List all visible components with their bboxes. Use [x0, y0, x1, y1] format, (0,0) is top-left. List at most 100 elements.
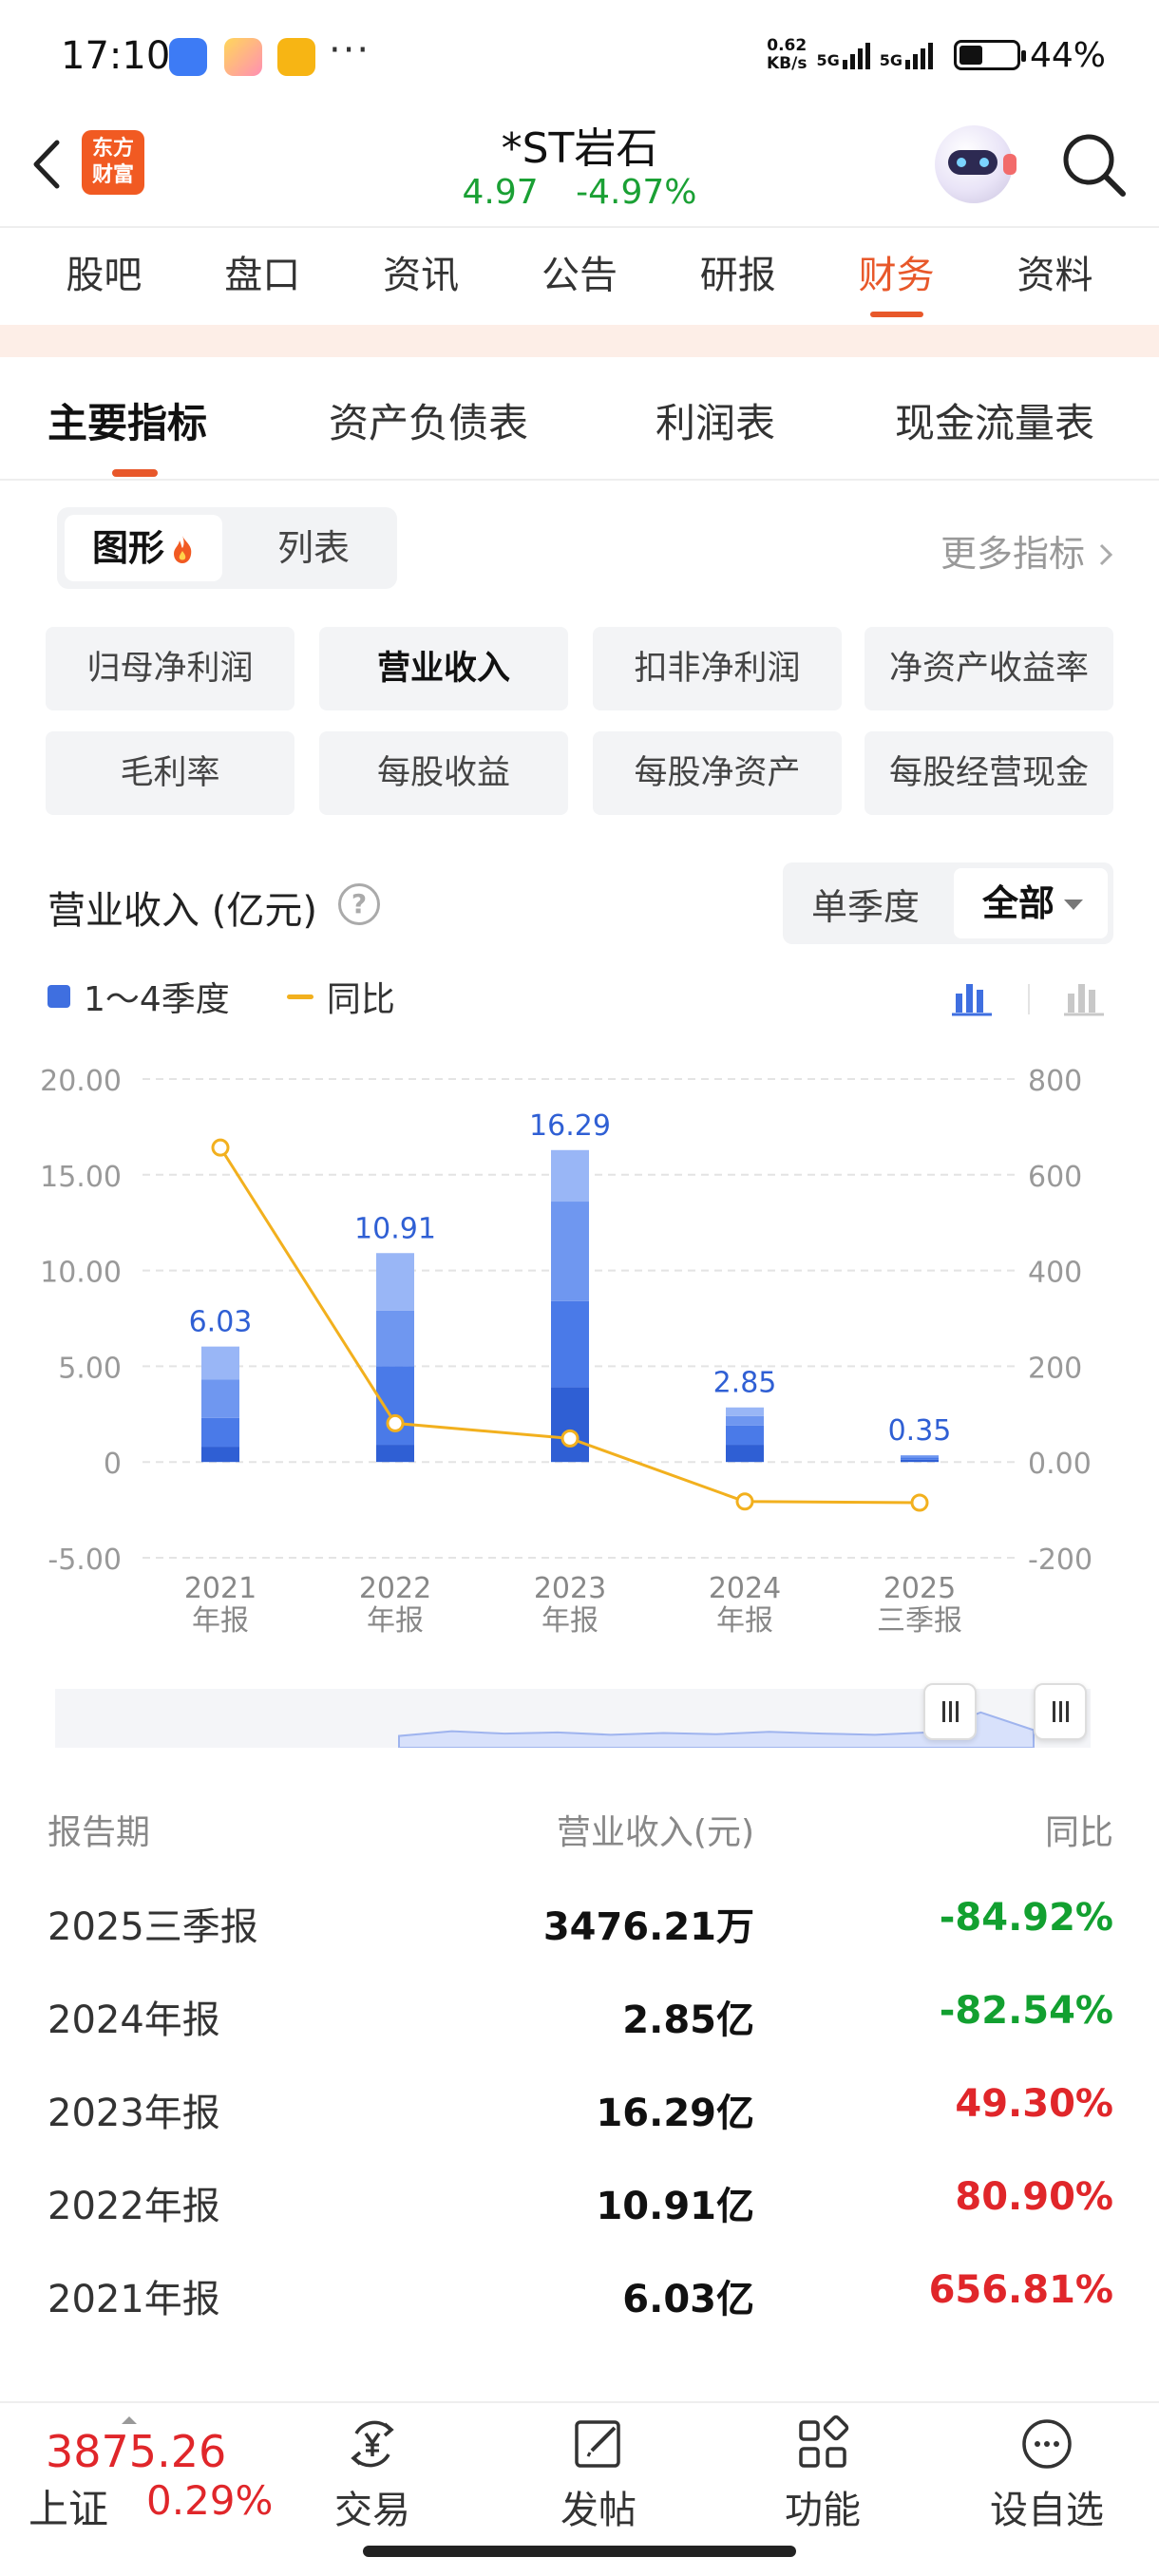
signal-label-2: 5G — [879, 51, 902, 69]
yoy-point — [386, 1413, 405, 1432]
tab-finance[interactable]: 财务 — [859, 228, 935, 325]
nav-trade-label: 交易 — [334, 2489, 410, 2532]
bar-segment — [551, 1387, 589, 1463]
chip-net-profit-deducted[interactable]: 扣非净利润 — [593, 627, 842, 710]
chip-ocfps[interactable]: 每股经营现金 — [864, 731, 1113, 815]
y-right-tick: 200 — [1028, 1352, 1082, 1385]
chip-revenue[interactable]: 营业收入 — [319, 627, 568, 710]
revenue-chart[interactable]: 20.00 15.00 10.00 5.00 0 -5.00 800 600 400 200 0.0… — [0, 1045, 1159, 1653]
yoy-point — [735, 1492, 754, 1511]
expand-caret-icon[interactable] — [122, 2416, 137, 2424]
period-single-quarter[interactable]: 单季度 — [811, 878, 920, 930]
view-graph-button[interactable]: 图形 — [65, 515, 222, 581]
y-right-tick: -200 — [1028, 1544, 1092, 1577]
chip-net-profit-parent[interactable]: 归母净利润 — [46, 627, 294, 710]
row-period: 2023年报 — [48, 2092, 220, 2135]
table-row[interactable]: 2021年报 6.03亿 656.81% — [0, 2268, 1159, 2361]
subtab-cash-flow[interactable]: 现金流量表 — [895, 391, 1094, 449]
index-change[interactable]: 0.29% — [146, 2477, 273, 2524]
x-tick-label: 年报 — [367, 1604, 424, 1638]
chart-range-slider[interactable] — [55, 1683, 1091, 1748]
row-period: 2021年报 — [48, 2278, 220, 2321]
period-all-dropdown[interactable]: 全部 — [954, 868, 1108, 938]
x-tick-year: 2025 — [884, 1572, 956, 1605]
bar-segment — [376, 1366, 414, 1446]
subtab-income-statement[interactable]: 利润表 — [656, 391, 775, 449]
grid-apps-icon — [799, 2415, 849, 2468]
y-right-tick: 400 — [1028, 1257, 1082, 1290]
x-tick-label: 三季报 — [877, 1604, 962, 1638]
row-period: 2025三季报 — [48, 1905, 258, 1949]
col-revenue: 营业收入(元) — [556, 1813, 754, 1852]
bottom-bar: 3875.26 上证 0.29% 交易 发帖 功能 设自选 — [0, 2401, 1159, 2534]
signal-icon-2: 5G — [880, 41, 933, 69]
tab-profile[interactable]: 资料 — [1016, 228, 1092, 325]
more-metrics-label: 更多指标 — [940, 533, 1085, 575]
stock-price: 4.97 — [462, 173, 539, 212]
row-period: 2024年报 — [48, 1998, 220, 2042]
chip-bvps[interactable]: 每股净资产 — [593, 731, 842, 815]
legend-line-swatch — [286, 994, 314, 999]
row-yoy: -82.54% — [939, 1989, 1113, 2033]
net-speed: 0.62 KB/s — [767, 37, 807, 73]
range-handle-right[interactable] — [1034, 1683, 1087, 1740]
row-revenue: 6.03亿 — [622, 2278, 754, 2321]
nav-trade[interactable]: 交易 — [306, 2415, 439, 2534]
legend-line-label: 同比 — [326, 980, 395, 1019]
tab-guba[interactable]: 股吧 — [66, 228, 142, 325]
chart-legend: 1～4季度 同比 — [48, 973, 395, 1020]
nav-functions[interactable]: 功能 — [756, 2415, 889, 2534]
signal-label: 5G — [816, 51, 840, 69]
chip-gross-margin[interactable]: 毛利率 — [46, 731, 294, 815]
table-row[interactable]: 2022年报 10.91亿 80.90% — [0, 2175, 1159, 2268]
view-list-button[interactable]: 列表 — [238, 515, 390, 581]
bar-value-label: 0.35 — [888, 1414, 952, 1448]
subtab-key-indicators[interactable]: 主要指标 — [48, 391, 207, 449]
bar-segment — [201, 1447, 239, 1463]
view-graph-label: 图形 — [91, 527, 164, 569]
subtab-balance-sheet[interactable]: 资产负债表 — [329, 391, 528, 449]
search-icon[interactable] — [1056, 127, 1132, 203]
legend-bar-label: 1～4季度 — [84, 980, 230, 1019]
status-time: 17:10 — [61, 34, 171, 78]
table-header: 报告期 营业收入(元) 同比 — [0, 1805, 1159, 1871]
help-icon[interactable]: ? — [338, 883, 380, 925]
tab-research[interactable]: 研报 — [700, 228, 776, 325]
index-name[interactable]: 上证 — [28, 2477, 108, 2535]
y-left-tick: 15.00 — [40, 1161, 122, 1194]
more-metrics-link[interactable]: 更多指标 — [940, 524, 1113, 577]
row-yoy: 656.81% — [928, 2268, 1113, 2312]
view-toggle: 图形 列表 — [57, 507, 397, 589]
chip-roe[interactable]: 净资产收益率 — [864, 627, 1113, 710]
bar-chart-icon[interactable] — [1062, 978, 1108, 1018]
yoy-point — [910, 1493, 929, 1512]
nav-post[interactable]: 发帖 — [532, 2415, 665, 2534]
stacked-bar-chart-icon[interactable] — [950, 978, 996, 1018]
battery-icon — [953, 40, 1026, 70]
chip-eps[interactable]: 每股收益 — [319, 731, 568, 815]
table-row[interactable]: 2024年报 2.85亿 -82.54% — [0, 1989, 1159, 2082]
bar-segment — [551, 1202, 589, 1301]
tab-announcements[interactable]: 公告 — [542, 228, 618, 325]
table-row[interactable]: 2025三季报 3476.21万 -84.92% — [0, 1896, 1159, 1989]
tab-news[interactable]: 资讯 — [383, 228, 459, 325]
nav-add-watchlist[interactable]: 设自选 — [980, 2415, 1113, 2534]
bar-segment — [551, 1149, 589, 1203]
tab-pankou[interactable]: 盘口 — [224, 228, 300, 325]
row-period: 2022年报 — [48, 2185, 220, 2228]
index-value[interactable]: 3875.26 — [46, 2426, 226, 2477]
chart-icon-separator — [1028, 984, 1030, 1014]
x-tick-year: 2023 — [534, 1572, 606, 1605]
nav-add-watchlist-label: 设自选 — [990, 2489, 1104, 2532]
legend-bar-swatch — [48, 985, 70, 1008]
range-handle-left[interactable] — [923, 1683, 977, 1740]
row-revenue: 3476.21万 — [542, 1905, 754, 1949]
x-tick-label: 年报 — [542, 1604, 598, 1638]
robot-avatar[interactable] — [935, 125, 1016, 203]
stock-change: -4.97% — [576, 173, 697, 212]
table-row[interactable]: 2023年报 16.29亿 49.30% — [0, 2082, 1159, 2175]
row-revenue: 16.29亿 — [596, 2092, 754, 2135]
app-icon-blue — [169, 38, 207, 76]
home-indicator[interactable] — [363, 2546, 796, 2557]
row-yoy: -84.92% — [939, 1896, 1113, 1940]
